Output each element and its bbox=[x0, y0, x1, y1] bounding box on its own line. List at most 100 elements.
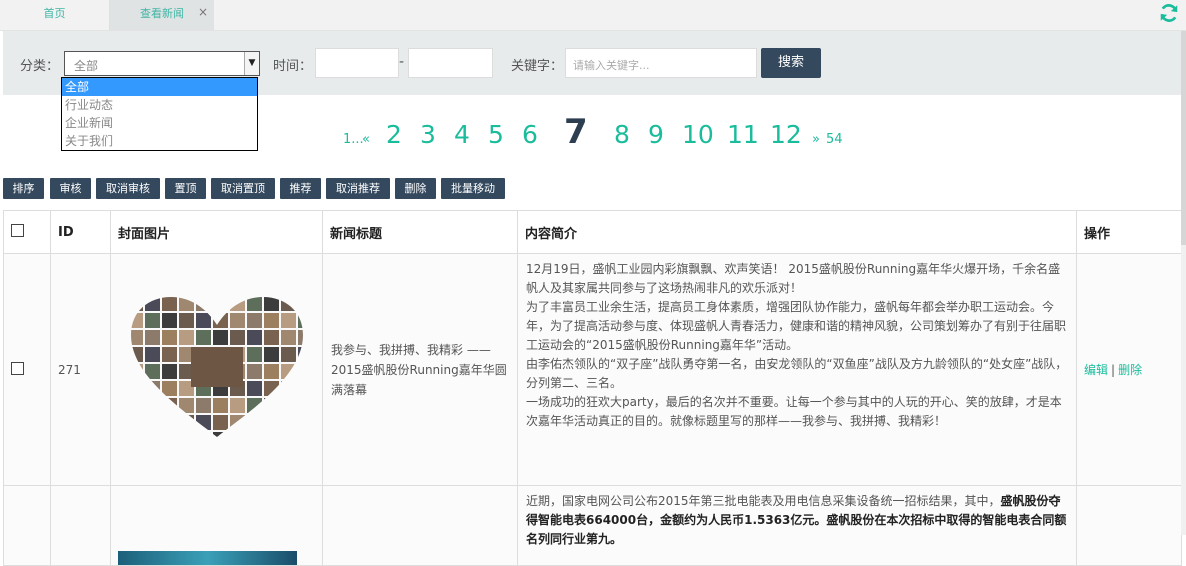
table-row: 271 我参与、我拼搏、我精彩 ——2015盛帆股份Running嘉年华圆满落幕 bbox=[3, 253, 1182, 486]
page-first-link[interactable]: 1... bbox=[343, 132, 364, 147]
page-link[interactable]: 11 bbox=[727, 120, 759, 149]
close-icon[interactable]: × bbox=[198, 0, 208, 24]
search-button[interactable]: 搜索 bbox=[761, 48, 821, 78]
recommend-button[interactable]: 推荐 bbox=[280, 178, 321, 199]
pin-top-button[interactable]: 置顶 bbox=[165, 178, 206, 199]
page-next-link[interactable]: » bbox=[812, 132, 820, 147]
page-last-link[interactable]: 54 bbox=[826, 132, 843, 147]
batch-move-button[interactable]: 批量移动 bbox=[441, 178, 505, 199]
delete-button[interactable]: 删除 bbox=[395, 178, 436, 199]
collage-photo-tile bbox=[178, 330, 194, 345]
collage-photo-tile bbox=[144, 415, 160, 430]
collage-photo-tile bbox=[130, 364, 143, 379]
collage-photo-tile bbox=[161, 313, 177, 328]
page-link[interactable]: 10 bbox=[682, 120, 714, 149]
refresh-icon[interactable] bbox=[1158, 2, 1180, 24]
collage-photo-tile bbox=[144, 364, 160, 379]
category-label: 分类： bbox=[20, 59, 60, 74]
news-table: ID 封面图片 新闻标题 内容简介 操作 271 我参与、我拼搏、我精彩 ——2… bbox=[3, 210, 1182, 566]
collage-photo-tile bbox=[263, 381, 279, 396]
collage-photo-tile bbox=[297, 330, 303, 345]
delete-link[interactable]: 删除 bbox=[1118, 363, 1142, 377]
select-all-header bbox=[3, 210, 51, 254]
collage-photo-tile bbox=[229, 330, 245, 345]
collage-photo-tile bbox=[161, 381, 177, 396]
collage-photo-tile bbox=[280, 364, 296, 379]
page-link[interactable]: 6 bbox=[522, 120, 538, 149]
chevron-down-icon[interactable]: ▼ bbox=[244, 52, 259, 75]
category-option[interactable]: 企业新闻 bbox=[62, 114, 257, 132]
cancel-review-button[interactable]: 取消审核 bbox=[96, 178, 160, 199]
scrollbar-thumb[interactable] bbox=[1181, 31, 1186, 245]
category-option[interactable]: 关于我们 bbox=[62, 132, 257, 150]
table-header-row: ID 封面图片 新闻标题 内容简介 操作 bbox=[3, 210, 1182, 254]
category-dropdown: 全部 行业动态 企业新闻 关于我们 bbox=[61, 77, 258, 151]
row-actions: 编辑 | 删除 bbox=[1076, 253, 1182, 486]
category-select[interactable]: 全部 ▼ bbox=[64, 51, 260, 76]
tab-home-label: 首页 bbox=[43, 7, 66, 20]
page-link[interactable]: 12 bbox=[770, 120, 802, 149]
collage-photo-tile bbox=[297, 297, 303, 311]
keyword-label: 关键字： bbox=[511, 59, 564, 74]
collage-photo-tile bbox=[178, 313, 194, 328]
page-prev-link[interactable]: « bbox=[362, 132, 370, 147]
row-checkbox[interactable] bbox=[11, 361, 24, 375]
tab-view-news[interactable]: 查看新闻 × bbox=[110, 0, 214, 30]
collage-photo-tile bbox=[178, 398, 194, 413]
collage-photo-tile bbox=[130, 415, 143, 430]
collage-photo-tile bbox=[161, 432, 177, 437]
cover-image-cell bbox=[110, 485, 323, 566]
collage-photo-tile bbox=[161, 297, 177, 311]
collage-photo-tile bbox=[144, 297, 160, 311]
collage-photo-tile bbox=[229, 432, 245, 437]
collage-photo-tile bbox=[212, 432, 228, 437]
unpin-top-button[interactable]: 取消置顶 bbox=[211, 178, 275, 199]
category-select-value: 全部 bbox=[74, 59, 99, 73]
page-link[interactable]: 9 bbox=[648, 120, 664, 149]
collage-photo-tile bbox=[297, 364, 303, 379]
category-option[interactable]: 全部 bbox=[62, 78, 257, 96]
collage-photo-tile bbox=[130, 330, 143, 345]
collage-photo-tile bbox=[263, 330, 279, 345]
keyword-input[interactable]: 请输入关键字... bbox=[565, 48, 757, 78]
sort-button[interactable]: 排序 bbox=[3, 178, 44, 199]
edit-link[interactable]: 编辑 bbox=[1084, 363, 1108, 377]
collage-photo-tile bbox=[246, 347, 262, 362]
collage-photo-tile bbox=[229, 297, 245, 311]
collage-photo-tile bbox=[195, 415, 211, 430]
review-button[interactable]: 审核 bbox=[50, 178, 91, 199]
summary-paragraph: 12月19日，盛帆工业园内彩旗飘飘、欢声笑语！ 2015盛帆股份Running嘉… bbox=[526, 262, 1061, 295]
date-from-input[interactable] bbox=[315, 48, 399, 78]
collage-photo-tile bbox=[130, 313, 143, 328]
page-link[interactable]: 8 bbox=[614, 120, 630, 149]
summary-paragraph: 为了丰富员工业余生活，提高员工身体素质，增强团队协作能力，盛帆每年都会举办职工运… bbox=[526, 300, 1067, 352]
category-option[interactable]: 行业动态 bbox=[62, 96, 257, 114]
page-link[interactable]: 2 bbox=[386, 120, 402, 149]
row-select-cell bbox=[3, 485, 51, 566]
collage-photo-tile bbox=[297, 415, 303, 430]
row-id: 271 bbox=[50, 253, 111, 486]
collage-photo-tile bbox=[297, 313, 303, 328]
page-link[interactable]: 5 bbox=[488, 120, 504, 149]
page-link[interactable]: 3 bbox=[420, 120, 436, 149]
tab-home[interactable]: 首页 bbox=[0, 0, 110, 30]
collage-photo-tile bbox=[246, 330, 262, 345]
collage-photo-tile bbox=[161, 415, 177, 430]
column-header: 内容简介 bbox=[517, 210, 1077, 254]
row-actions bbox=[1076, 485, 1182, 566]
news-summary: 12月19日，盛帆工业园内彩旗飘飘、欢声笑语！ 2015盛帆股份Running嘉… bbox=[517, 253, 1077, 486]
table-row: 近期，国家电网公司公布2015年第三批电能表及用电信息采集设备统一招标结果，其中… bbox=[3, 485, 1182, 566]
column-header: 操作 bbox=[1076, 210, 1182, 254]
collage-photo-tile bbox=[130, 297, 143, 311]
date-to-input[interactable] bbox=[408, 48, 493, 78]
collage-photo-tile bbox=[280, 313, 296, 328]
collage-photo-tile bbox=[130, 398, 143, 413]
collage-photo-tile bbox=[280, 347, 296, 362]
select-all-checkbox[interactable] bbox=[11, 223, 24, 237]
page-link[interactable]: 4 bbox=[454, 120, 470, 149]
collage-photo-tile bbox=[246, 297, 262, 311]
collage-photo-tile bbox=[144, 347, 160, 362]
collage-photo-tile bbox=[229, 313, 245, 328]
cancel-recommend-button[interactable]: 取消推荐 bbox=[326, 178, 390, 199]
collage-photo-tile bbox=[280, 432, 296, 437]
